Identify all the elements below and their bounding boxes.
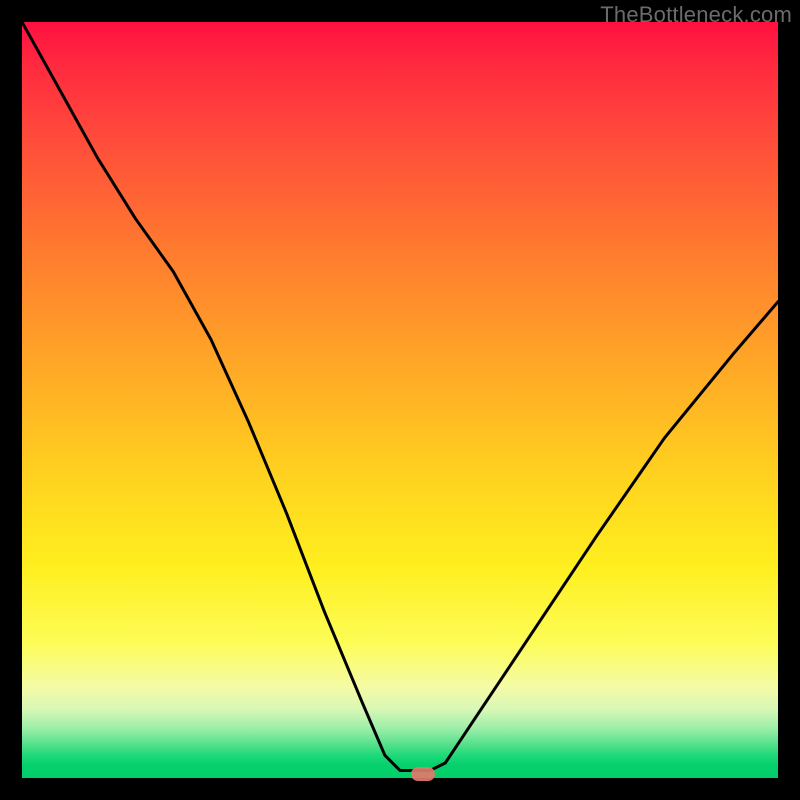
curve-path: [22, 22, 778, 770]
optimal-marker: [411, 767, 435, 781]
chart-frame: TheBottleneck.com: [0, 0, 800, 800]
bottleneck-curve: [22, 22, 778, 778]
plot-area: [22, 22, 778, 778]
watermark-text: TheBottleneck.com: [600, 2, 792, 28]
